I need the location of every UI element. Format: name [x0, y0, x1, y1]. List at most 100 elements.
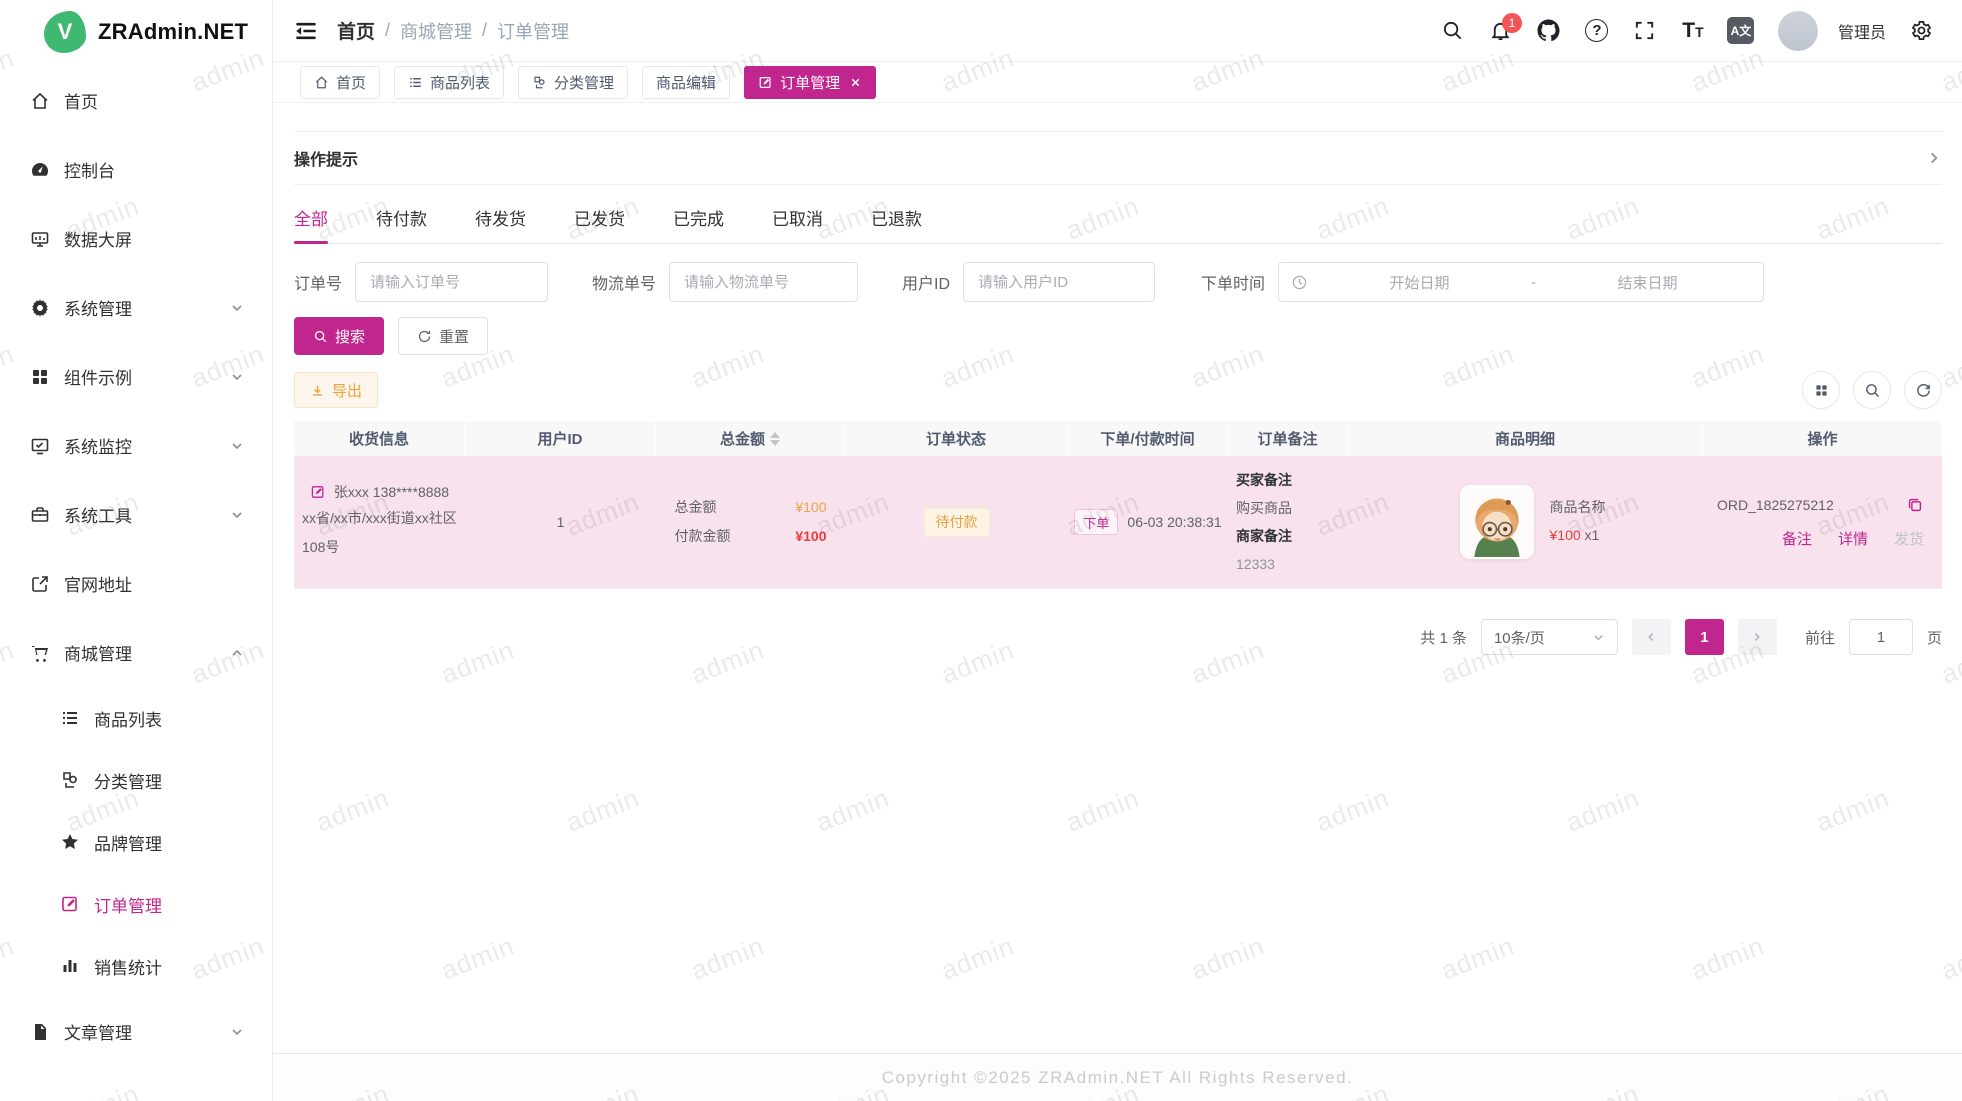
user-id-label: 用户ID	[902, 270, 950, 294]
col-header-product: 商品明细	[1348, 421, 1703, 456]
edit-address-icon[interactable]	[310, 484, 326, 500]
sidebar-item-tools[interactable]: 系统工具	[0, 480, 272, 549]
search-icon	[313, 329, 328, 344]
chevron-right-icon	[1751, 631, 1763, 643]
monitor-icon	[30, 229, 50, 249]
page-size-select[interactable]: 10条/页	[1481, 619, 1618, 655]
sidebar-item-data-screen[interactable]: 数据大屏	[0, 204, 272, 273]
product-price: ¥100	[1550, 527, 1581, 543]
sidebar-item-product-list[interactable]: 商品列表	[0, 687, 272, 749]
sidebar-item-mall[interactable]: 商城管理	[0, 618, 272, 687]
tab-all[interactable]: 全部	[294, 197, 328, 243]
user-id-input[interactable]	[963, 262, 1155, 302]
tips-panel-title: 操作提示	[294, 146, 358, 170]
tag-orders-active[interactable]: 订单管理	[744, 66, 876, 99]
prev-page-button[interactable]	[1632, 619, 1671, 655]
next-page-button[interactable]	[1738, 619, 1777, 655]
order-no-input[interactable]	[355, 262, 548, 302]
sidebar-item-website[interactable]: 官网地址	[0, 549, 272, 618]
tag-category[interactable]: 分类管理	[518, 66, 628, 99]
search-icon	[1864, 382, 1881, 399]
col-header-time: 下单/付款时间	[1068, 421, 1228, 456]
order-edit-icon	[758, 75, 773, 90]
sidebar-item-orders[interactable]: 订单管理	[0, 873, 272, 935]
sidebar-item-category[interactable]: 分类管理	[0, 749, 272, 811]
goto-page-input[interactable]	[1849, 619, 1913, 655]
sidebar-item-brand[interactable]: 品牌管理	[0, 811, 272, 873]
detail-action-button[interactable]: 详情	[1838, 528, 1868, 549]
col-header-amount[interactable]: 总金额	[656, 421, 845, 456]
tab-cancelled[interactable]: 已取消	[772, 197, 823, 243]
sidebar-item-sales-stats[interactable]: 销售统计	[0, 935, 272, 997]
help-button[interactable]: ?	[1578, 12, 1616, 50]
cell-amount: 总金额¥100 付款金额¥100	[656, 456, 845, 588]
reset-button[interactable]: 重置	[398, 317, 488, 355]
table-search-button[interactable]	[1853, 371, 1891, 409]
notifications-button[interactable]: 1	[1482, 12, 1520, 50]
system-monitor-icon	[30, 436, 50, 456]
sidebar-item-monitor[interactable]: 系统监控	[0, 411, 272, 480]
sidebar-item-console[interactable]: 控制台	[0, 135, 272, 204]
tag-home[interactable]: 首页	[300, 66, 380, 99]
product-image[interactable]	[1460, 485, 1534, 559]
github-button[interactable]	[1530, 12, 1568, 50]
breadcrumb-home[interactable]: 首页	[337, 17, 375, 44]
copyright-text: Copyright ©2025 ZRAdmin.NET All Rights R…	[882, 1068, 1354, 1088]
col-header-user-id: 用户ID	[465, 421, 656, 456]
tab-pending-shipment[interactable]: 待发货	[475, 197, 526, 243]
breadcrumb: 首页 / 商城管理 / 订单管理	[337, 17, 569, 44]
seller-note: 12333	[1236, 550, 1340, 578]
cell-time: 下单 06-03 20:38:31	[1068, 456, 1228, 588]
date-range-picker[interactable]: 开始日期 - 结束日期	[1278, 262, 1764, 302]
col-header-actions: 操作	[1703, 421, 1942, 456]
chevron-down-icon	[230, 439, 244, 453]
table-refresh-button[interactable]	[1904, 371, 1942, 409]
tab-completed[interactable]: 已完成	[673, 197, 724, 243]
translate-icon: A文	[1727, 17, 1754, 44]
header-search-button[interactable]	[1434, 12, 1472, 50]
language-button[interactable]: A文	[1722, 12, 1760, 50]
end-date-placeholder: 结束日期	[1544, 272, 1751, 293]
tracking-no-input[interactable]	[669, 262, 858, 302]
chevron-down-icon	[230, 1025, 244, 1039]
cell-notes: 买家备注 购买商品 商家备注 12333	[1228, 456, 1348, 588]
order-number: ORD_1825275212	[1717, 497, 1834, 513]
table-toolbar: 导出	[294, 371, 1942, 409]
chevron-down-icon	[230, 508, 244, 522]
search-button[interactable]: 搜索	[294, 317, 384, 355]
user-name[interactable]: 管理员	[1838, 19, 1886, 43]
font-size-button[interactable]: TT	[1674, 12, 1712, 50]
sidebar-item-articles[interactable]: 文章管理	[0, 997, 272, 1066]
fullscreen-button[interactable]	[1626, 12, 1664, 50]
copy-icon[interactable]	[1906, 496, 1924, 514]
user-avatar[interactable]	[1778, 11, 1818, 51]
sidebar-item-components[interactable]: 组件示例	[0, 342, 272, 411]
note-action-button[interactable]: 备注	[1782, 528, 1812, 549]
tag-product-list[interactable]: 商品列表	[394, 66, 504, 99]
goto-label: 前往	[1805, 627, 1835, 648]
order-page-content: 操作提示 全部 待付款 待发货 已发货 已完成 已取消 已退款 订单号 物流单号…	[273, 103, 1962, 1053]
tag-product-edit[interactable]: 商品编辑	[642, 66, 730, 99]
cell-status: 待付款	[845, 456, 1068, 588]
chevron-down-icon	[1592, 631, 1605, 644]
tab-pending-payment[interactable]: 待付款	[376, 197, 427, 243]
topbar: 首页 / 商城管理 / 订单管理 1 ?	[273, 0, 1962, 62]
ship-action-button[interactable]: 发货	[1894, 528, 1924, 549]
page-number-current[interactable]: 1	[1685, 619, 1724, 655]
tab-shipped[interactable]: 已发货	[574, 197, 625, 243]
breadcrumb-mall[interactable]: 商城管理	[400, 18, 472, 44]
sidebar-item-home[interactable]: 首页	[0, 66, 272, 135]
column-settings-button[interactable]	[1802, 371, 1840, 409]
export-button[interactable]: 导出	[294, 372, 378, 408]
sort-carets-icon[interactable]	[770, 432, 780, 446]
search-icon	[1441, 19, 1464, 42]
filter-actions: 搜索 重置	[294, 317, 1942, 355]
tips-panel-header[interactable]: 操作提示	[294, 131, 1942, 185]
app-logo[interactable]: V ZRAdmin.NET	[0, 0, 272, 64]
sidebar-fold-button[interactable]	[289, 14, 323, 48]
table-toolbar-right	[1802, 371, 1942, 409]
tab-refunded[interactable]: 已退款	[871, 197, 922, 243]
close-icon[interactable]	[849, 76, 862, 89]
sidebar-item-system-admin[interactable]: 系统管理	[0, 273, 272, 342]
settings-button[interactable]	[1902, 12, 1940, 50]
